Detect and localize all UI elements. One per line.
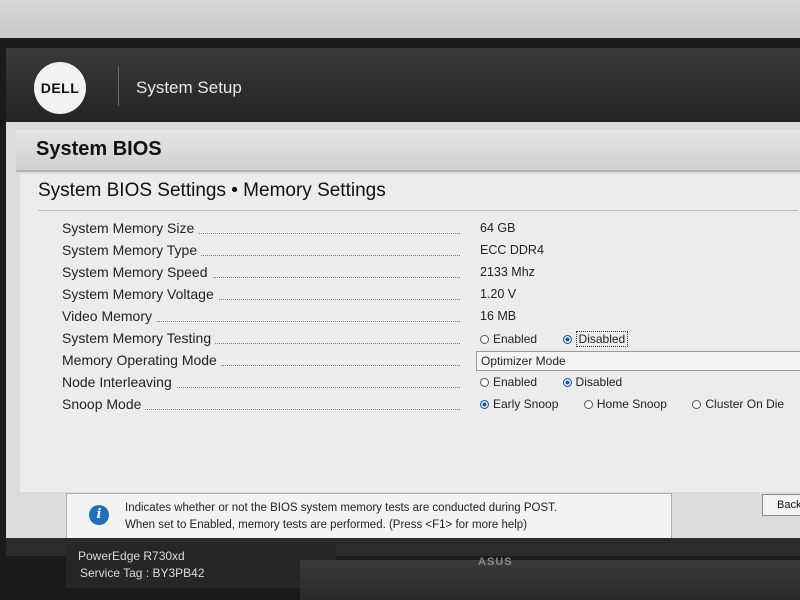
setting-row-memory-size: System Memory Size 64 GB bbox=[20, 220, 800, 242]
bios-screen: DELL System Setup System BIOS System BIO… bbox=[6, 48, 800, 556]
back-button[interactable]: Back bbox=[762, 494, 800, 516]
setting-row-memory-speed: System Memory Speed 2133 Mhz bbox=[20, 264, 800, 286]
setting-value: 64 GB bbox=[480, 221, 516, 235]
setting-label: System Memory Type bbox=[62, 242, 202, 258]
info-icon: i bbox=[89, 505, 109, 525]
setting-value: ECC DDR4 bbox=[480, 243, 544, 257]
setting-value: 16 MB bbox=[480, 309, 517, 323]
setting-row-video-memory: Video Memory 16 MB bbox=[20, 308, 800, 330]
setting-row-operating-mode: Memory Operating Mode Optimizer Mode bbox=[20, 351, 800, 374]
dell-logo: DELL bbox=[34, 62, 86, 114]
help-text-line-1: Indicates whether or not the BIOS system… bbox=[125, 502, 558, 514]
radio-memory-testing-disabled[interactable]: Disabled bbox=[562, 331, 629, 347]
radio-selected-icon bbox=[562, 334, 572, 344]
help-text-line-2: When set to Enabled, memory tests are pe… bbox=[125, 519, 528, 531]
setting-label: System Memory Testing bbox=[62, 330, 216, 346]
radio-node-interleaving-enabled[interactable]: Enabled bbox=[480, 375, 537, 389]
operating-mode-select[interactable]: Optimizer Mode bbox=[476, 351, 800, 371]
radio-node-interleaving-disabled[interactable]: Disabled bbox=[562, 375, 622, 389]
page-header: System BIOS bbox=[16, 130, 800, 172]
title-bar: DELL System Setup bbox=[6, 48, 800, 122]
radio-snoop-early[interactable]: Early Snoop bbox=[480, 397, 558, 411]
app-title: System Setup bbox=[136, 78, 242, 97]
page-title: System BIOS bbox=[36, 138, 162, 160]
radio-icon bbox=[583, 399, 593, 409]
radio-icon bbox=[480, 334, 489, 344]
setting-row-node-interleaving: Node Interleaving Enabled Disabled bbox=[20, 374, 800, 396]
radio-memory-testing-enabled[interactable]: Enabled bbox=[480, 332, 537, 346]
setting-row-memory-testing: System Memory Testing Enabled Disabled bbox=[20, 330, 800, 352]
settings-panel: System BIOS Settings • Memory Settings S… bbox=[20, 174, 800, 492]
setting-label: System Memory Voltage bbox=[62, 286, 218, 302]
radio-snoop-home[interactable]: Home Snoop bbox=[583, 397, 667, 411]
section-divider bbox=[38, 210, 798, 211]
radio-selected-icon bbox=[562, 377, 572, 387]
setting-label: Memory Operating Mode bbox=[62, 352, 221, 368]
setting-label: Snoop Mode bbox=[62, 396, 146, 412]
setting-row-memory-type: System Memory Type ECC DDR4 bbox=[20, 242, 800, 264]
radio-selected-icon bbox=[480, 399, 489, 409]
setting-row-memory-voltage: System Memory Voltage 1.20 V bbox=[20, 286, 800, 308]
help-box: i Indicates whether or not the BIOS syst… bbox=[66, 493, 672, 541]
setting-label: Video Memory bbox=[62, 308, 157, 324]
setting-label: System Memory Size bbox=[62, 220, 199, 236]
server-model: PowerEdge R730xd bbox=[78, 549, 185, 563]
setting-label: Node Interleaving bbox=[62, 374, 176, 390]
desk-surface bbox=[300, 560, 800, 600]
monitor-brand-logo: ASUS bbox=[478, 556, 513, 568]
setting-row-snoop-mode: Snoop Mode Early Snoop Home Snoop Cluste… bbox=[20, 396, 800, 418]
setting-value: 2133 Mhz bbox=[480, 265, 535, 279]
service-tag: Service Tag : BY3PB42 bbox=[80, 566, 205, 580]
setting-label: System Memory Speed bbox=[62, 264, 212, 280]
radio-icon bbox=[480, 377, 489, 387]
section-title: System BIOS Settings • Memory Settings bbox=[38, 180, 386, 201]
radio-snoop-cluster-on-die[interactable]: Cluster On Die bbox=[692, 397, 784, 411]
radio-icon bbox=[692, 399, 702, 409]
setting-value: 1.20 V bbox=[480, 287, 517, 301]
title-divider bbox=[118, 66, 119, 106]
